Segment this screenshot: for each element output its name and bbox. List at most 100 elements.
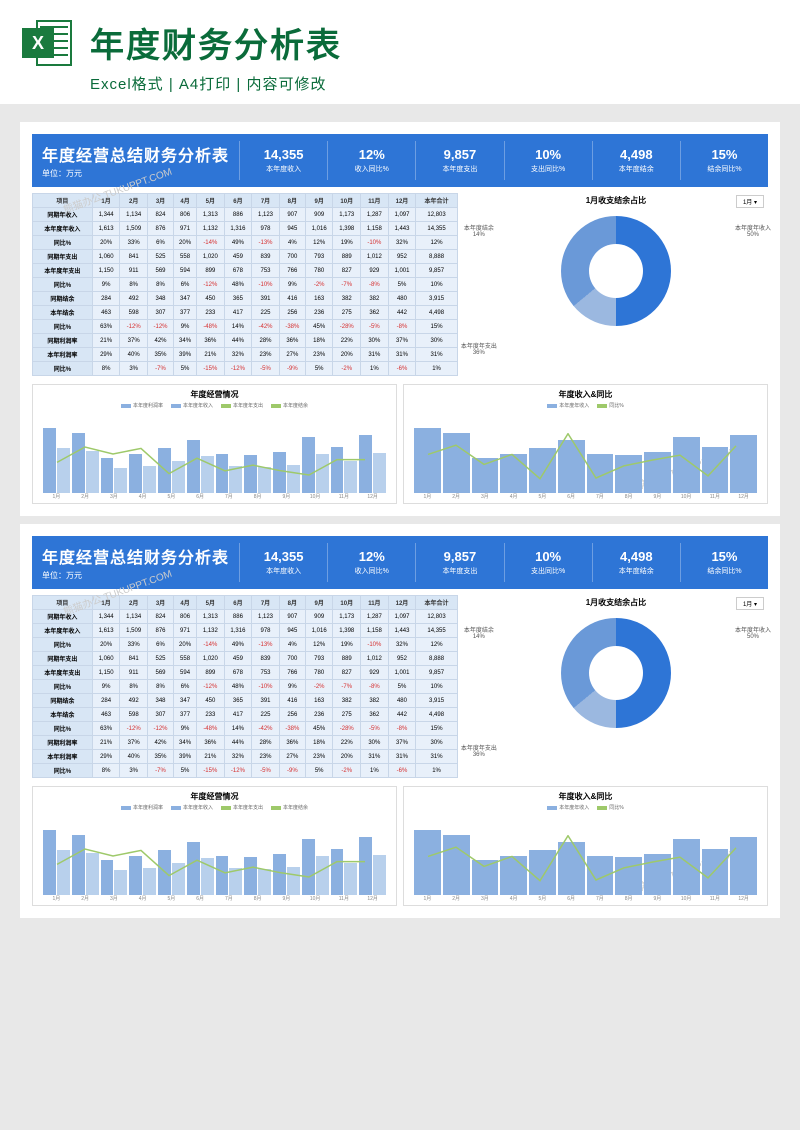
cell: -12% bbox=[197, 278, 225, 292]
cell: 44% bbox=[224, 334, 252, 348]
row-name: 同期年支出 bbox=[33, 250, 93, 264]
table-row: 本年利润率29%40%35%39%21%32%23%27%23%20%31%31… bbox=[33, 750, 458, 764]
cell: 48% bbox=[224, 278, 252, 292]
cell: 362 bbox=[361, 306, 389, 320]
cell: 10% bbox=[416, 680, 458, 694]
cell: 19% bbox=[333, 236, 361, 250]
x-label: 1月 bbox=[414, 895, 441, 902]
cell: 1,316 bbox=[224, 222, 252, 236]
cell: 1,020 bbox=[197, 652, 225, 666]
cell: 30% bbox=[361, 736, 389, 750]
cell: -12% bbox=[147, 320, 173, 334]
cell: 36% bbox=[197, 736, 225, 750]
cell: -28% bbox=[333, 722, 361, 736]
cell: 36% bbox=[197, 334, 225, 348]
legend-item: 本年度年支出 bbox=[221, 804, 263, 811]
table-row: 本年结余463598307377233417225256236275362442… bbox=[33, 306, 458, 320]
cell: 1,150 bbox=[92, 264, 120, 278]
cell: 911 bbox=[120, 666, 148, 680]
x-label: 9月 bbox=[273, 895, 300, 902]
month-select[interactable]: 1月 ▾ bbox=[736, 597, 764, 610]
legend-item: 本年度利润率 bbox=[121, 402, 163, 409]
month-select[interactable]: 1月 ▾ bbox=[736, 195, 764, 208]
data-table: 项目1月2月3月4月5月6月7月8月9月10月11月12月本年合计同期年收入1,… bbox=[32, 193, 458, 376]
bar-group bbox=[158, 850, 185, 895]
cell: 1,016 bbox=[305, 624, 333, 638]
bar-group bbox=[558, 440, 585, 493]
th-month: 8月 bbox=[279, 596, 305, 610]
cell: 3,915 bbox=[416, 292, 458, 306]
th-month: 7月 bbox=[252, 194, 280, 208]
cell: 793 bbox=[305, 250, 333, 264]
cell: 678 bbox=[224, 264, 252, 278]
cell: 1,344 bbox=[92, 208, 120, 222]
cell: 30% bbox=[416, 736, 458, 750]
cell: 27% bbox=[279, 348, 305, 362]
cell: -6% bbox=[388, 764, 416, 778]
cell: 1,398 bbox=[333, 222, 361, 236]
cell: 929 bbox=[361, 666, 389, 680]
cell: 37% bbox=[120, 736, 148, 750]
table-row: 同期年收入1,3441,1348248061,3138861,123907909… bbox=[33, 208, 458, 222]
x-label: 8月 bbox=[615, 493, 642, 500]
cell: -38% bbox=[279, 320, 305, 334]
cell: 1,012 bbox=[361, 652, 389, 666]
cell: 1,443 bbox=[388, 222, 416, 236]
cell: -5% bbox=[361, 320, 389, 334]
cell: 899 bbox=[197, 264, 225, 278]
cell: 945 bbox=[279, 222, 305, 236]
x-label: 2月 bbox=[443, 493, 470, 500]
cell: -8% bbox=[361, 680, 389, 694]
th-month: 1月 bbox=[92, 596, 120, 610]
legend-item: 本年度年收入 bbox=[547, 402, 589, 409]
cell: 4% bbox=[279, 236, 305, 250]
kpi-5: 15%结余同比% bbox=[680, 543, 768, 582]
bar-group bbox=[500, 856, 527, 895]
cell: 1,012 bbox=[361, 250, 389, 264]
table-row: 本年度年收入1,6131,5098769711,1321,3169789451,… bbox=[33, 222, 458, 236]
table-row: 本年度年支出1,15091156959489967875376678082792… bbox=[33, 666, 458, 680]
bar-group bbox=[331, 849, 358, 895]
bar-group bbox=[101, 458, 128, 493]
legend-item: 本年度年支出 bbox=[221, 402, 263, 409]
kpi-0: 14,355本年度收入 bbox=[239, 141, 327, 180]
cell: 33% bbox=[120, 638, 148, 652]
th-month: 8月 bbox=[279, 194, 305, 208]
cell: -14% bbox=[197, 236, 225, 250]
cell: -48% bbox=[197, 320, 225, 334]
cell: 5% bbox=[174, 362, 197, 376]
table-row: 同期结余284492348347450365391416163382382480… bbox=[33, 694, 458, 708]
data-table: 项目1月2月3月4月5月6月7月8月9月10月11月12月本年合计同期年收入1,… bbox=[32, 595, 458, 778]
cell: 3% bbox=[120, 764, 148, 778]
cell: 753 bbox=[252, 666, 280, 680]
table-row: 同期年支出1,0608415255581,0204598397007938891… bbox=[33, 250, 458, 264]
x-label: 8月 bbox=[615, 895, 642, 902]
cell: 49% bbox=[224, 236, 252, 250]
cell: 284 bbox=[92, 292, 120, 306]
cell: 391 bbox=[252, 694, 280, 708]
cell: 5% bbox=[388, 278, 416, 292]
cell: 416 bbox=[279, 694, 305, 708]
cell: 275 bbox=[333, 708, 361, 722]
cell: 841 bbox=[120, 652, 148, 666]
cell: 347 bbox=[174, 292, 197, 306]
row-name: 本年结余 bbox=[33, 708, 93, 722]
cell: 12% bbox=[305, 638, 333, 652]
cell: 1,097 bbox=[388, 610, 416, 624]
donut-label: 本年度年收入50% bbox=[728, 625, 778, 640]
cell: 36% bbox=[279, 334, 305, 348]
table-row: 同期利润率21%37%42%34%36%44%28%36%18%22%30%37… bbox=[33, 334, 458, 348]
cell: 971 bbox=[174, 222, 197, 236]
cell: 827 bbox=[333, 264, 361, 278]
cell: -10% bbox=[252, 278, 280, 292]
cell: 417 bbox=[224, 306, 252, 320]
bar-group bbox=[644, 854, 671, 895]
cell: 6% bbox=[174, 680, 197, 694]
cell: 1,097 bbox=[388, 208, 416, 222]
cell: 9% bbox=[92, 680, 120, 694]
cell: 42% bbox=[147, 334, 173, 348]
cell: 1,150 bbox=[92, 666, 120, 680]
cell: 945 bbox=[279, 624, 305, 638]
cell: 909 bbox=[305, 208, 333, 222]
legend-item: 本年度年收入 bbox=[171, 804, 213, 811]
